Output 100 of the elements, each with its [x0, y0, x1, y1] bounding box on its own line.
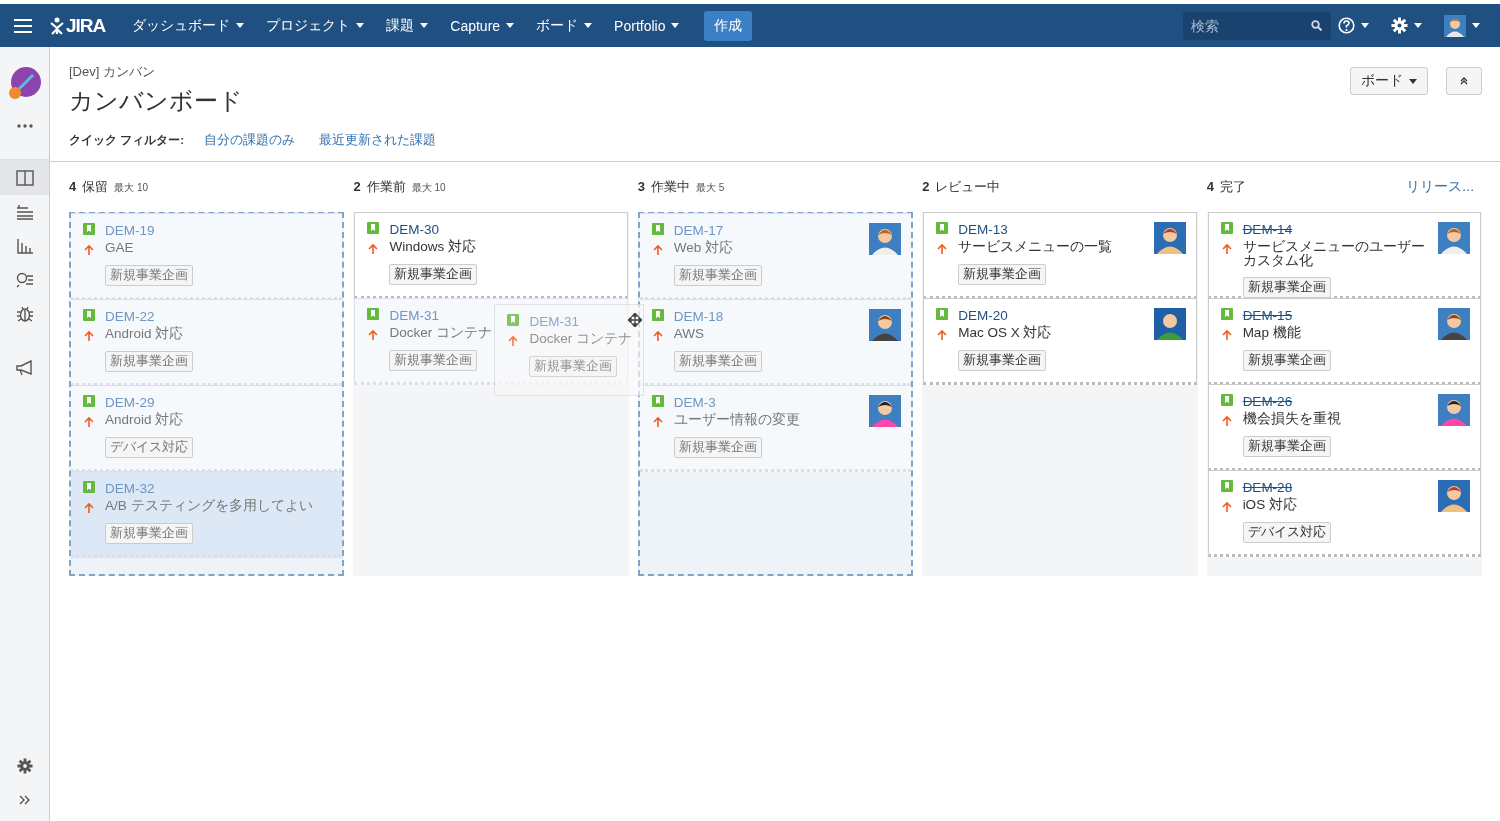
epic-label: 新規事業企画	[673, 437, 762, 458]
column-count: 4	[69, 179, 77, 194]
avatar-icon	[1444, 14, 1466, 37]
board-menu-button[interactable]: ボード	[1350, 67, 1428, 95]
sidebar-item[interactable]	[0, 159, 49, 195]
priority-arrow-icon	[83, 502, 95, 514]
story-icon	[1220, 308, 1233, 320]
quick-filter-link[interactable]: 最近更新された課題	[319, 131, 437, 149]
story-icon	[1220, 222, 1233, 234]
issue-card[interactable]: DEM-17 Web 対応 新規事業企画	[639, 213, 912, 300]
nav-menu[interactable]: プロジェクト	[257, 10, 374, 41]
story-icon	[936, 222, 949, 234]
chart-icon[interactable]	[15, 238, 34, 254]
avatar-icon	[869, 223, 902, 255]
avatar-icon	[1438, 308, 1471, 340]
board-icon[interactable]	[15, 170, 34, 186]
quick-filter-link[interactable]: 自分の課題のみ	[204, 131, 296, 149]
story-icon	[83, 395, 95, 407]
issue-key-link[interactable]: DEM-26	[1242, 394, 1293, 409]
issue-card[interactable]: DEM-3 ユーザー情報の変更 新規事業企画	[639, 385, 912, 472]
priority-arrow-icon	[1220, 415, 1233, 427]
issue-card[interactable]: DEM-22 Android 対応 新規事業企画	[71, 299, 343, 386]
issue-card[interactable]: DEM-30 Windows 対応 新規事業企画	[354, 212, 628, 299]
column-title: 保留	[82, 178, 109, 196]
issue-card[interactable]: DEM-15 Map 機能 新規事業企画	[1207, 298, 1482, 385]
issue-summary: A/B テスティングを多用してよい	[105, 499, 313, 514]
issue-card[interactable]: DEM-19 GAE 新規事業企画	[71, 213, 343, 300]
issue-card[interactable]: DEM-26 機会損失を重視 新規事業企画	[1207, 384, 1482, 471]
priority-arrow-icon	[367, 243, 380, 255]
issue-card[interactable]: DEM-13 サービスメニューの一覧 新規事業企画	[923, 212, 1197, 299]
board-title: カンバンボード	[69, 86, 244, 116]
epic-label: 新規事業企画	[1242, 436, 1331, 457]
issue-summary: サービスメニューの一覧	[958, 240, 1113, 255]
nav-menu[interactable]: 課題	[377, 10, 438, 41]
create-button[interactable]: 作成	[704, 10, 753, 41]
issue-summary: GAE	[105, 241, 134, 256]
settings-icon	[1391, 17, 1408, 34]
breadcrumb[interactable]: [Dev] カンバン	[69, 63, 1350, 81]
issue-card[interactable]: DEM-14 サービスメニューのユーザーカスタム化 新規事業企画	[1207, 212, 1482, 299]
epic-label: 新規事業企画	[105, 351, 193, 372]
column-limit: 最大 5	[696, 181, 725, 195]
epic-label: 新規事業企画	[958, 350, 1047, 371]
quick-filter-label: クイック フィルター:	[69, 132, 185, 148]
search-list-icon[interactable]	[15, 272, 34, 288]
story-icon	[1220, 480, 1233, 492]
expand-icon[interactable]	[18, 795, 31, 805]
story-icon	[367, 308, 380, 320]
issue-summary: iOS 対応	[1242, 498, 1297, 513]
issue-card[interactable]: DEM-32 A/B テスティングを多用してよい 新規事業企画	[71, 471, 343, 558]
issue-summary: Mac OS X 対応	[958, 326, 1052, 341]
issue-card[interactable]: DEM-20 Mac OS X 対応 新規事業企画	[923, 298, 1197, 385]
issue-key-link[interactable]: DEM-14	[1242, 222, 1293, 237]
issue-key-link[interactable]: DEM-28	[1242, 480, 1293, 495]
bug-icon[interactable]	[15, 305, 34, 323]
epic-label: 新規事業企画	[529, 356, 618, 377]
priority-arrow-icon	[651, 416, 664, 428]
story-icon	[651, 309, 664, 321]
search-field[interactable]: 検索	[1183, 11, 1331, 40]
epic-label: 新規事業企画	[958, 264, 1047, 285]
issue-summary: Docker コンテナ	[389, 326, 492, 341]
logo-text: JIRA	[66, 14, 106, 37]
caret-icon	[1472, 23, 1480, 28]
release-link[interactable]: リリース...	[1406, 178, 1475, 196]
more-icon[interactable]	[16, 124, 33, 128]
issue-key-link[interactable]: DEM-30	[389, 222, 439, 237]
priority-arrow-icon	[1220, 501, 1233, 513]
avatar-icon	[1153, 308, 1186, 340]
epic-label: 新規事業企画	[105, 523, 193, 544]
caret-icon	[236, 23, 245, 28]
issue-card[interactable]: DEM-18 AWS 新規事業企画	[639, 299, 912, 386]
backlog-icon[interactable]	[15, 204, 34, 220]
epic-label: デバイス対応	[105, 437, 193, 458]
issue-key-link[interactable]: DEM-15	[1242, 308, 1293, 323]
priority-arrow-icon	[83, 330, 95, 342]
priority-arrow-icon	[651, 244, 664, 256]
collapse-button[interactable]	[1446, 67, 1482, 95]
logo-icon	[50, 16, 64, 35]
nav-menu[interactable]: Capture	[441, 11, 524, 40]
issue-summary: Android 対応	[105, 327, 184, 342]
settings-icon[interactable]	[16, 758, 33, 774]
issue-key-link[interactable]: DEM-20	[958, 308, 1008, 323]
nav-menu[interactable]: ボード	[527, 10, 602, 41]
priority-arrow-icon	[1220, 243, 1233, 255]
issue-card[interactable]: DEM-29 Android 対応 デバイス対応	[71, 385, 343, 472]
issue-summary: サービスメニューのユーザーカスタム化	[1242, 240, 1426, 269]
issue-key-link[interactable]: DEM-13	[958, 222, 1008, 237]
avatar-icon	[869, 395, 902, 427]
nav-menu[interactable]: ダッシュボード	[123, 10, 254, 41]
column-limit: 最大 10	[411, 181, 446, 195]
megaphone-icon[interactable]	[15, 360, 34, 376]
priority-arrow-icon	[651, 330, 664, 342]
story-icon	[507, 314, 520, 326]
project-avatar-icon[interactable]	[7, 66, 42, 100]
jira-logo[interactable]: JIRA	[50, 14, 106, 37]
avatar-icon	[1438, 480, 1471, 512]
menu-icon[interactable]	[14, 18, 32, 33]
column-count: 4	[1206, 179, 1214, 194]
nav-menu[interactable]: Portfolio	[605, 11, 689, 40]
caret-icon	[420, 23, 429, 28]
issue-card[interactable]: DEM-28 iOS 対応 デバイス対応	[1207, 470, 1482, 557]
